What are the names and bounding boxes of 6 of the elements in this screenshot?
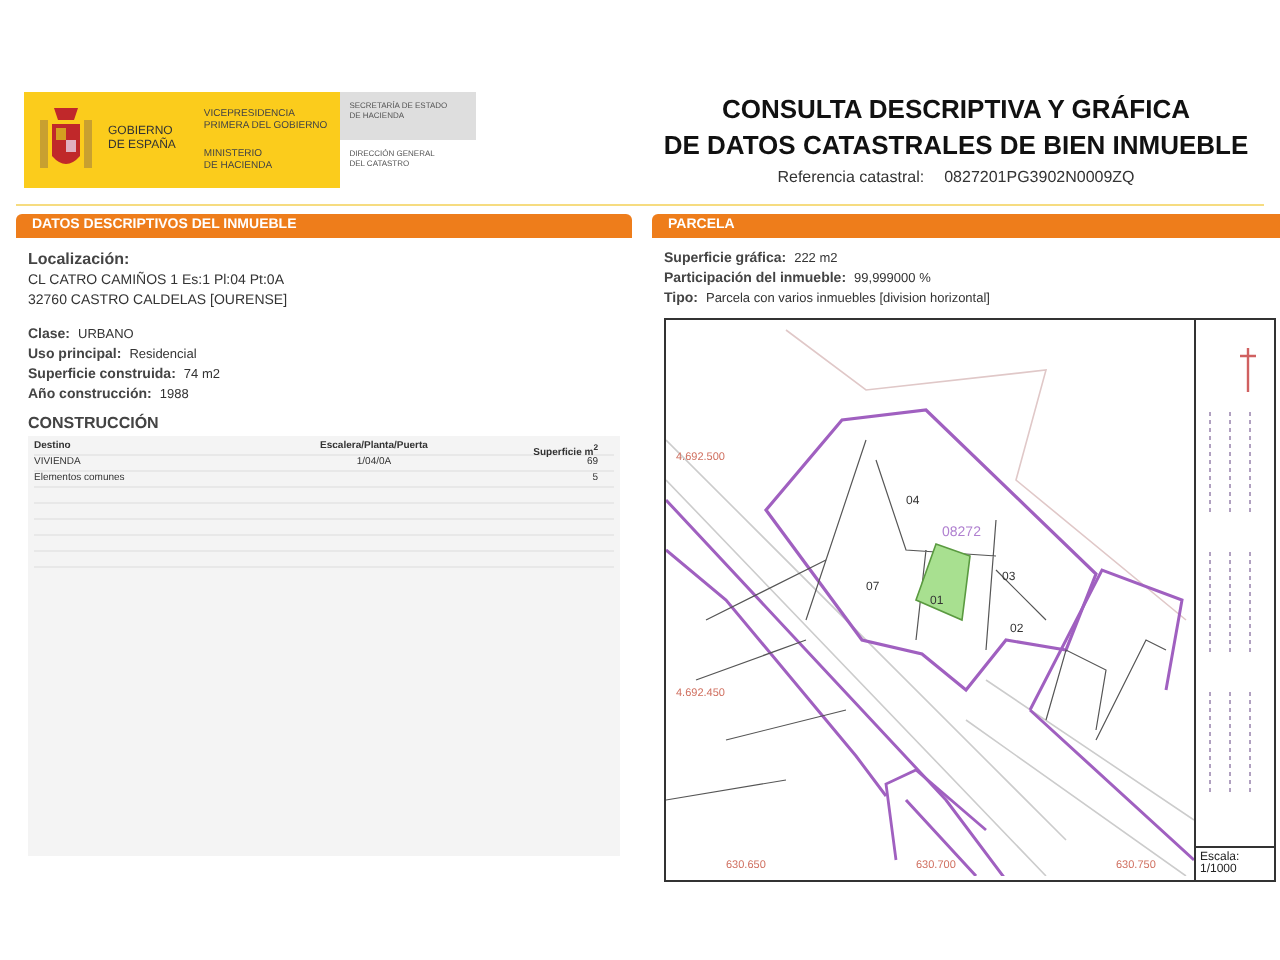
field-label: Localización: [28, 250, 132, 268]
reference-value: 0827201PG3902N0009ZQ [944, 168, 1135, 186]
document-title: DE DATOS CATASTRALES DE BIEN INMUEBLE [661, 128, 1251, 164]
document-title: CONSULTA DESCRIPTIVA Y GRÁFICA [719, 92, 1192, 128]
reference-label: Referencia catastral: [777, 168, 925, 186]
section-title: CONSTRUCCIÓN [28, 414, 161, 432]
